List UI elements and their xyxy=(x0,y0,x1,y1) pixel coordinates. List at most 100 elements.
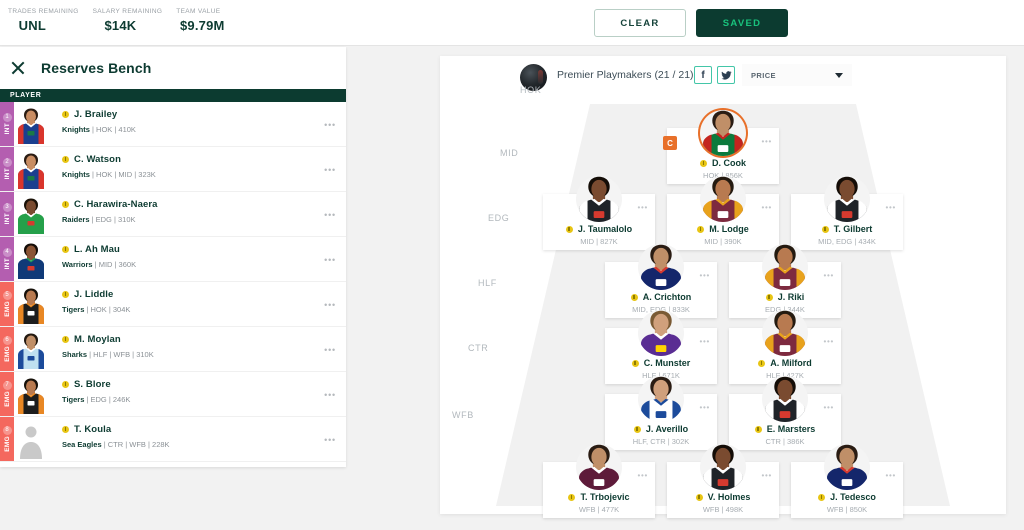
jersey-icon xyxy=(16,375,46,416)
list-item[interactable]: 3 INT C. Harawira-Naera Raiders | EDG | 310… xyxy=(0,192,346,237)
social-buttons: f xyxy=(694,66,735,84)
player-name: J. Tedesco xyxy=(830,492,876,502)
card-menu-icon[interactable]: ••• xyxy=(823,337,834,346)
list-item[interactable]: 2 INT C. Watson Knights | HOK | MID | 323K •… xyxy=(0,147,346,192)
player-meta: Sea Eagles | CTR | WFB | 228K xyxy=(62,440,346,449)
captain-badge: C xyxy=(663,136,677,150)
card-menu-icon[interactable]: ••• xyxy=(885,203,896,212)
player-info: T. Koula Sea Eagles | CTR | WFB | 228K xyxy=(48,417,346,461)
player-card[interactable]: E. Marsters CTR | 386K ••• xyxy=(729,376,841,450)
player-name: J. Averillo xyxy=(645,424,689,434)
position-strip: 6 EMG xyxy=(0,327,14,371)
sort-select-value: PRICE xyxy=(751,70,776,80)
status-badge xyxy=(62,201,69,208)
close-icon[interactable] xyxy=(9,59,27,77)
player-card[interactable]: J. Taumalolo MID | 827K ••• xyxy=(543,176,655,250)
stat-label: TEAM VALUE xyxy=(176,8,221,15)
card-menu-icon[interactable]: ••• xyxy=(637,203,648,212)
player-name: E. Marsters xyxy=(766,424,816,434)
stat-1: SALARY REMAINING $14K xyxy=(93,8,177,33)
position-strip: 5 EMG xyxy=(0,282,14,326)
avatar xyxy=(762,310,808,356)
player-name: T. Koula xyxy=(74,424,112,435)
card-menu-icon[interactable]: ••• xyxy=(761,471,772,480)
facebook-icon[interactable]: f xyxy=(694,66,712,84)
player-card[interactable]: M. Lodge MID | 390K ••• xyxy=(667,176,779,250)
list-item[interactable]: 5 EMG J. Liddle Tigers | HOK | 304K ••• xyxy=(0,282,346,327)
player-info: S. Blore Tigers | EDG | 246K xyxy=(48,372,346,416)
list-item[interactable]: 4 INT L. Ah Mau Warriors | MID | 360K ••• xyxy=(0,237,346,282)
player-card[interactable]: T. Gilbert MID, EDG | 434K ••• xyxy=(791,176,903,250)
player-info: M. Moylan Sharks | HLF | WFB | 310K xyxy=(48,327,346,371)
player-meta: WFB | 850K xyxy=(826,505,868,514)
jersey-icon xyxy=(16,420,46,461)
field-row-ctr: J. Averillo HLF, CTR | 302K ••• E. Marsters… xyxy=(440,376,1006,450)
player-team: Warriors xyxy=(62,260,93,269)
player-detail: | EDG | 246K xyxy=(84,395,131,404)
player-meta: Tigers | EDG | 246K xyxy=(62,395,346,404)
status-badge xyxy=(821,225,829,233)
card-menu-icon[interactable]: ••• xyxy=(699,271,710,280)
row-menu-icon[interactable]: ••• xyxy=(324,210,336,220)
page-title: Reserves Bench xyxy=(41,60,152,76)
twitter-icon[interactable] xyxy=(717,66,735,84)
player-meta: Knights | HOK | MID | 323K xyxy=(62,170,346,179)
card-menu-icon[interactable]: ••• xyxy=(699,403,710,412)
player-name: C. Harawira-Naera xyxy=(74,199,158,210)
player-detail: | HOK | 304K xyxy=(84,305,131,314)
avatar xyxy=(14,192,48,236)
player-meta: Knights | HOK | 410K xyxy=(62,125,346,134)
saved-button[interactable]: SAVED xyxy=(696,9,788,37)
sort-select[interactable]: PRICE xyxy=(742,64,852,86)
player-card[interactable]: J. Tedesco WFB | 850K ••• xyxy=(791,444,903,518)
player-detail: | CTR | WFB | 228K xyxy=(101,440,170,449)
chevron-down-icon xyxy=(835,72,843,78)
card-menu-icon[interactable]: ••• xyxy=(761,137,772,146)
clear-button[interactable]: CLEAR xyxy=(594,9,686,37)
row-menu-icon[interactable]: ••• xyxy=(324,390,336,400)
avatar xyxy=(14,102,48,146)
player-name: J. Brailey xyxy=(74,109,118,120)
status-badge xyxy=(699,159,707,167)
row-menu-icon[interactable]: ••• xyxy=(324,300,336,310)
player-info: C. Watson Knights | HOK | MID | 323K xyxy=(48,147,346,191)
card-menu-icon[interactable]: ••• xyxy=(761,203,772,212)
status-badge xyxy=(565,225,573,233)
avatar xyxy=(762,244,808,290)
card-menu-icon[interactable]: ••• xyxy=(699,337,710,346)
status-badge xyxy=(568,493,576,501)
status-badge xyxy=(630,293,638,301)
player-name: D. Cook xyxy=(711,158,746,168)
list-item[interactable]: 8 EMG T. Koula Sea Eagles | CTR | WFB | 228… xyxy=(0,417,346,462)
row-menu-icon[interactable]: ••• xyxy=(324,165,336,175)
player-name: J. Riki xyxy=(777,292,805,302)
position-number: 3 xyxy=(2,203,12,213)
list-item[interactable]: 1 INT J. Brailey Knights | HOK | 410K ••• xyxy=(0,102,346,147)
row-menu-icon[interactable]: ••• xyxy=(324,435,336,445)
list-item[interactable]: 7 EMG S. Blore Tigers | EDG | 246K ••• xyxy=(0,372,346,417)
card-menu-icon[interactable]: ••• xyxy=(823,403,834,412)
row-menu-icon[interactable]: ••• xyxy=(324,255,336,265)
player-name: M. Moylan xyxy=(74,334,121,345)
player-team: Sea Eagles xyxy=(62,440,102,449)
player-card[interactable]: J. Averillo HLF, CTR | 302K ••• xyxy=(605,376,717,450)
status-badge xyxy=(818,493,826,501)
player-meta: Warriors | MID | 360K xyxy=(62,260,346,269)
row-menu-icon[interactable]: ••• xyxy=(324,345,336,355)
position-strip: 7 EMG xyxy=(0,372,14,416)
list-item[interactable]: 6 EMG M. Moylan Sharks | HLF | WFB | 310K ••… xyxy=(0,327,346,372)
position-number: 7 xyxy=(2,381,12,391)
player-card[interactable]: T. Trbojevic WFB | 477K ••• xyxy=(543,444,655,518)
row-menu-icon[interactable]: ••• xyxy=(324,120,336,130)
position-strip: 2 INT xyxy=(0,147,14,191)
avatar xyxy=(14,147,48,191)
card-menu-icon[interactable]: ••• xyxy=(823,271,834,280)
status-badge xyxy=(695,493,703,501)
top-bar: TRADES REMAINING UNL SALARY REMAINING $14K T… xyxy=(0,0,1024,46)
avatar xyxy=(14,372,48,416)
card-menu-icon[interactable]: ••• xyxy=(885,471,896,480)
card-menu-icon[interactable]: ••• xyxy=(637,471,648,480)
player-card[interactable]: V. Holmes WFB | 498K ••• xyxy=(667,444,779,518)
status-badge xyxy=(758,359,766,367)
reserves-player-list[interactable]: 1 INT J. Brailey Knights | HOK | 410K ••• 2 IN… xyxy=(0,102,346,466)
